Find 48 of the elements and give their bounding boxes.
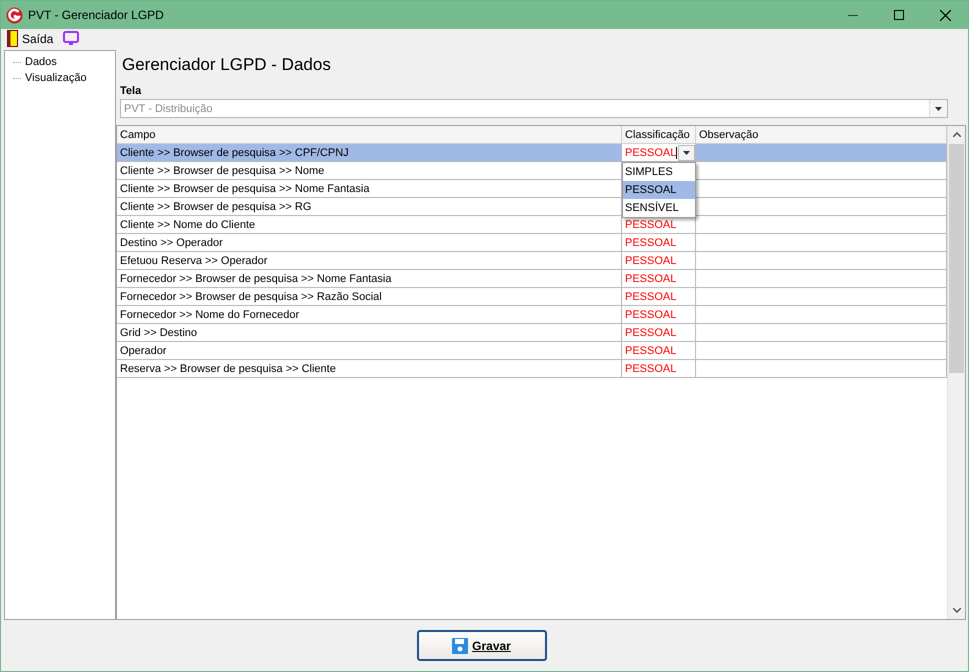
table-cell: Destino >> Operador (117, 234, 622, 252)
dropdown-arrow-icon (935, 106, 942, 110)
scroll-up-icon (952, 132, 960, 137)
exit-menu-item[interactable]: Saída (5, 30, 56, 47)
table-cell: Fornecedor >> Browser de pesquisa >> Nome Fantasia (117, 270, 622, 288)
close-icon (940, 10, 950, 20)
maximize-icon (894, 10, 904, 20)
page-title: Gerenciador LGPD - Dados (122, 55, 332, 76)
table-cell: Cliente >> Browser de pesquisa >> Nome (117, 162, 622, 180)
door-icon (7, 30, 18, 47)
tree-item[interactable]: Visualização (24, 72, 88, 84)
field-label: Tela (120, 85, 142, 97)
table-cell: PESSOAL (622, 288, 696, 306)
minimize-icon (848, 14, 858, 16)
dropdown-option[interactable]: PESSOAL (623, 181, 695, 199)
table-cell: Cliente >> Nome do Cliente (117, 216, 622, 234)
scrollbar[interactable] (947, 126, 965, 619)
table-cell: Reserva >> Browser de pesquisa >> Cliente (117, 360, 622, 378)
table-cell: Cliente >> Browser de pesquisa >> CPF/CPNJ (117, 144, 622, 162)
window-title: PVT - Gerenciador LGPD (28, 8, 164, 22)
table-cell: Operador (117, 342, 622, 360)
table-cell: PESSOAL (622, 234, 696, 252)
dropdown-option[interactable]: SIMPLES (623, 163, 695, 181)
tree-item[interactable]: Dados (24, 56, 58, 68)
table-cell: Efetuou Reserva >> Operador (117, 252, 622, 270)
table-cell: Cliente >> Browser de pesquisa >> Nome Fantasia (117, 180, 622, 198)
monitor-menu-item[interactable] (61, 31, 82, 46)
table-cell: Cliente >> Browser de pesquisa >> RG (117, 198, 622, 216)
column-header[interactable]: Observação (696, 126, 947, 144)
table-cell: PESSOAL (622, 306, 696, 324)
column-header[interactable]: Campo (117, 126, 622, 144)
scroll-down-icon (952, 608, 960, 613)
table-cell: Fornecedor >> Browser de pesquisa >> Razão Social (117, 288, 622, 306)
dropdown-option[interactable]: SENSÍVEL (623, 199, 695, 217)
save-button[interactable]: Gravar (416, 630, 546, 661)
table-cell: PESSOAL (622, 342, 696, 360)
app-logo-icon (6, 6, 23, 24)
table-cell: PESSOAL (622, 360, 696, 378)
table-cell: PESSOAL (622, 270, 696, 288)
table-cell: PESSOAL (622, 324, 696, 342)
table-cell: Grid >> Destino (117, 324, 622, 342)
table-cell: Fornecedor >> Nome do Fornecedor (117, 306, 622, 324)
column-header[interactable]: Classificação (622, 126, 696, 144)
dropdown-arrow-icon (683, 150, 690, 154)
table-cell: PESSOAL (622, 252, 696, 270)
dropdown-button[interactable] (678, 144, 695, 160)
classification-editor[interactable]: PESSOAL (622, 144, 696, 162)
monitor-icon (63, 31, 80, 46)
